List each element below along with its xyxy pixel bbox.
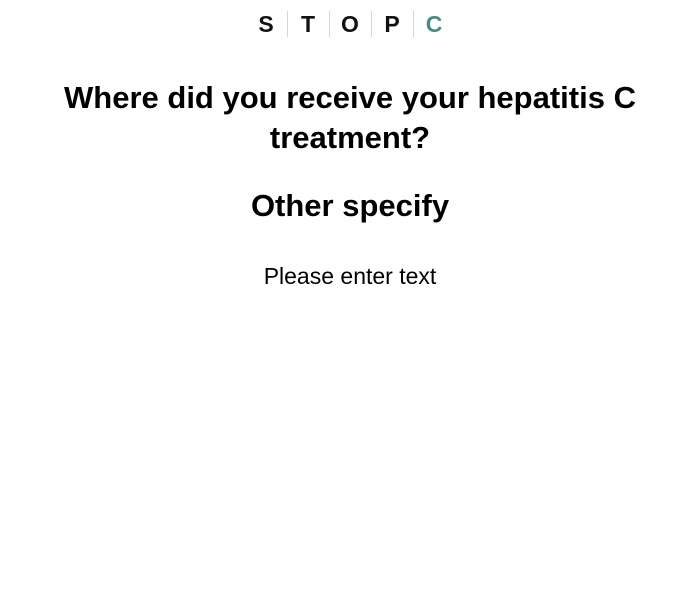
- question-title: Where did you receive your hepatitis C t…: [64, 80, 636, 155]
- logo-letter-p: P: [384, 11, 400, 37]
- logo-letter-c: C: [425, 11, 443, 37]
- stopc-logo: S T O P C: [244, 10, 456, 38]
- logo-letter-t: T: [300, 11, 316, 37]
- other-specify-input[interactable]: [150, 258, 550, 294]
- survey-page: S T O P C Where did you receive your hep…: [0, 0, 700, 600]
- logo-letter-o: O: [341, 11, 359, 37]
- logo-letter-s: S: [258, 11, 274, 37]
- question-subtitle: Other specify: [250, 188, 450, 223]
